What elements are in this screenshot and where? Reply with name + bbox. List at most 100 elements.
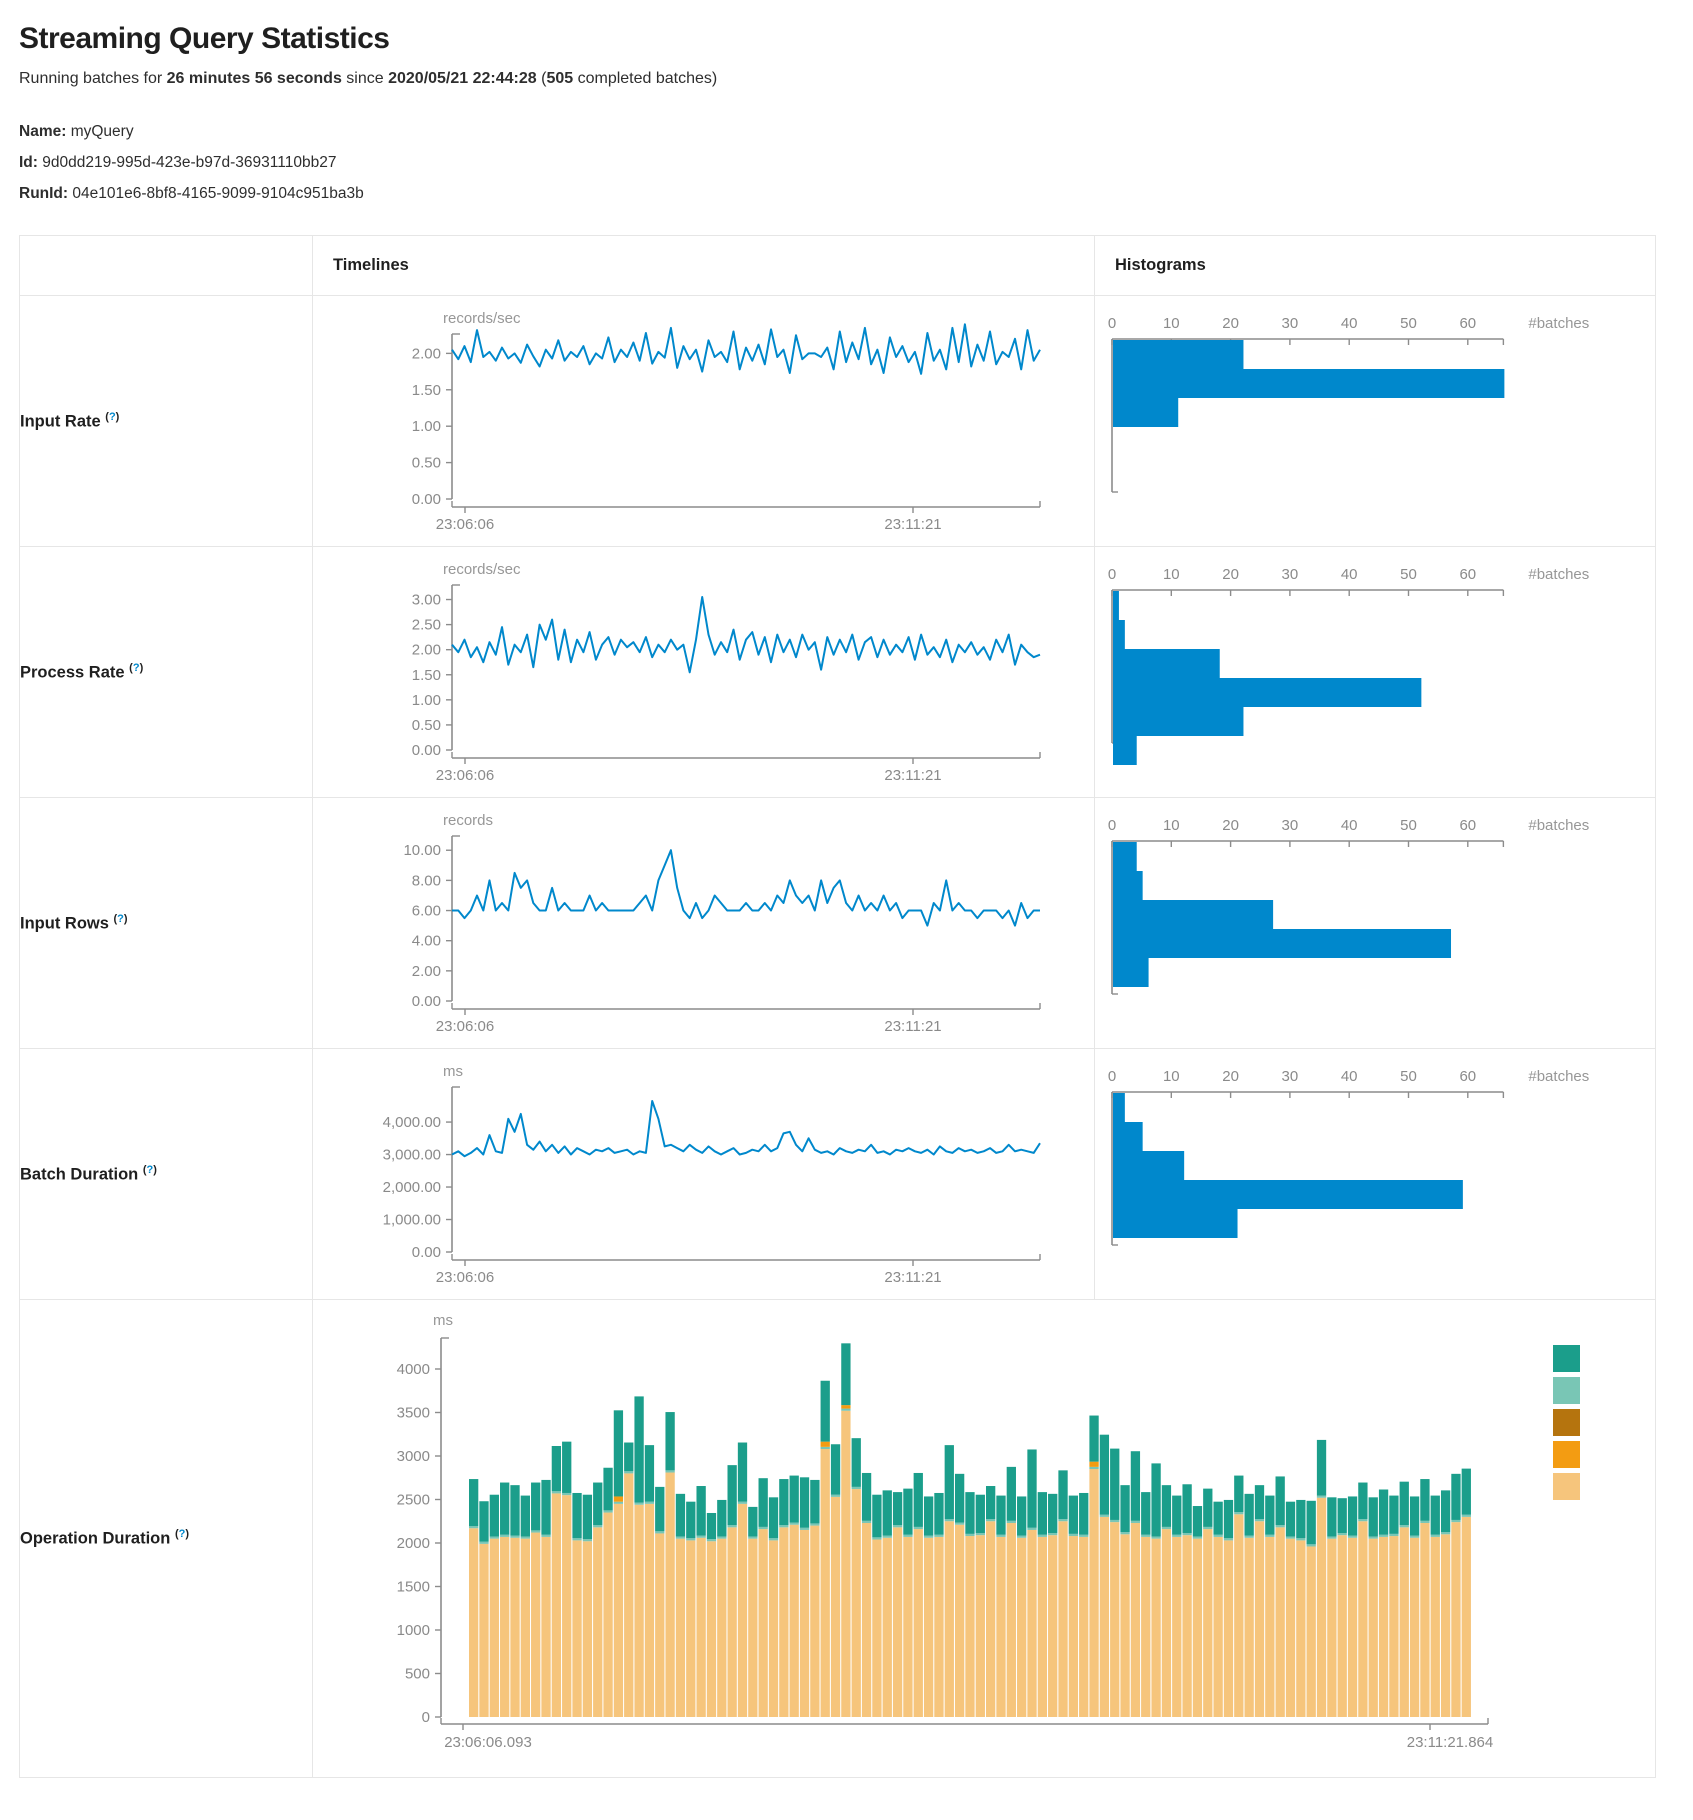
svg-text:2.00: 2.00 bbox=[412, 642, 441, 659]
input-rate-histogram-cell: 0102030405060#batches bbox=[1095, 296, 1656, 547]
svg-text:4.00: 4.00 bbox=[412, 933, 441, 950]
svg-text:#batches: #batches bbox=[1528, 1068, 1589, 1085]
table-header-row: Timelines Histograms bbox=[20, 236, 1656, 296]
svg-text:2500: 2500 bbox=[397, 1492, 430, 1509]
input-rate-histogram-chart: 0102030405060#batches bbox=[1095, 296, 1633, 546]
svg-text:23:06:06: 23:06:06 bbox=[436, 516, 494, 533]
svg-text:60: 60 bbox=[1459, 566, 1476, 583]
query-name-value: myQuery bbox=[71, 123, 134, 140]
svg-text:1500: 1500 bbox=[397, 1579, 430, 1596]
legend-swatch[interactable] bbox=[1553, 1409, 1580, 1436]
svg-text:23:06:06: 23:06:06 bbox=[436, 1269, 494, 1286]
start-timestamp: 2020/05/21 22:44:28 bbox=[388, 70, 537, 87]
svg-text:10: 10 bbox=[1163, 315, 1180, 332]
legend-swatch[interactable] bbox=[1553, 1345, 1580, 1372]
help-icon[interactable]: (?) bbox=[129, 662, 143, 674]
svg-text:2000: 2000 bbox=[397, 1535, 430, 1552]
svg-text:0.50: 0.50 bbox=[412, 717, 441, 734]
svg-text:40: 40 bbox=[1341, 315, 1358, 332]
svg-text:ms: ms bbox=[433, 1312, 453, 1329]
help-icon[interactable]: (?) bbox=[114, 913, 128, 925]
legend-swatch[interactable] bbox=[1553, 1441, 1580, 1468]
svg-text:1.00: 1.00 bbox=[412, 418, 441, 435]
svg-text:1.00: 1.00 bbox=[412, 692, 441, 709]
svg-text:1.50: 1.50 bbox=[412, 667, 441, 684]
svg-text:30: 30 bbox=[1282, 1068, 1299, 1085]
svg-text:records/sec: records/sec bbox=[443, 561, 521, 578]
svg-text:2,000.00: 2,000.00 bbox=[383, 1179, 441, 1196]
svg-text:500: 500 bbox=[405, 1666, 430, 1683]
svg-text:40: 40 bbox=[1341, 817, 1358, 834]
svg-text:0.00: 0.00 bbox=[412, 491, 441, 508]
row-label-operation-duration: Operation Duration (?) bbox=[20, 1300, 313, 1778]
help-icon[interactable]: (?) bbox=[175, 1528, 189, 1540]
svg-text:23:11:21.864: 23:11:21.864 bbox=[1407, 1734, 1493, 1751]
running-duration: 26 minutes 56 seconds bbox=[167, 70, 342, 87]
svg-text:3,000.00: 3,000.00 bbox=[383, 1147, 441, 1164]
operation-duration-chart-cell: ms4000350030002500200015001000500023:06:… bbox=[313, 1300, 1656, 1778]
svg-text:23:11:21: 23:11:21 bbox=[884, 767, 941, 784]
svg-text:4,000.00: 4,000.00 bbox=[383, 1114, 441, 1131]
input-rows-timeline-cell: records10.008.006.004.002.000.0023:06:06… bbox=[313, 798, 1095, 1049]
timelines-column-header: Timelines bbox=[313, 236, 1095, 296]
svg-text:1,000.00: 1,000.00 bbox=[383, 1212, 441, 1229]
batch-duration-histogram-chart: 0102030405060#batches bbox=[1095, 1049, 1633, 1299]
svg-text:20: 20 bbox=[1222, 566, 1239, 583]
table-row-input-rate: Input Rate (?) records/sec2.001.501.000.… bbox=[20, 296, 1656, 547]
svg-text:50: 50 bbox=[1400, 817, 1417, 834]
svg-text:0: 0 bbox=[1108, 1068, 1116, 1085]
svg-text:2.00: 2.00 bbox=[412, 963, 441, 980]
page-title: Streaming Query Statistics bbox=[19, 22, 1693, 56]
svg-text:0: 0 bbox=[1108, 817, 1116, 834]
input-rows-timeline-chart: records10.008.006.004.002.000.0023:06:06… bbox=[313, 798, 1072, 1048]
svg-text:0.00: 0.00 bbox=[412, 742, 441, 759]
svg-text:10: 10 bbox=[1163, 566, 1180, 583]
svg-text:0: 0 bbox=[1108, 566, 1116, 583]
svg-text:0.50: 0.50 bbox=[412, 455, 441, 472]
query-id-value: 9d0dd219-995d-423e-b97d-36931110bb27 bbox=[42, 154, 336, 171]
svg-text:8.00: 8.00 bbox=[412, 872, 441, 889]
svg-text:20: 20 bbox=[1222, 315, 1239, 332]
svg-text:40: 40 bbox=[1341, 1068, 1358, 1085]
batch-duration-timeline-cell: ms4,000.003,000.002,000.001,000.000.0023… bbox=[313, 1049, 1095, 1300]
svg-text:23:06:06: 23:06:06 bbox=[436, 1018, 494, 1035]
svg-text:#batches: #batches bbox=[1528, 817, 1589, 834]
svg-text:2.00: 2.00 bbox=[412, 345, 441, 362]
help-icon[interactable]: (?) bbox=[105, 411, 119, 423]
batch-duration-timeline-chart: ms4,000.003,000.002,000.001,000.000.0023… bbox=[313, 1049, 1072, 1299]
batch-duration-histogram-cell: 0102030405060#batches bbox=[1095, 1049, 1656, 1300]
svg-text:0.00: 0.00 bbox=[412, 993, 441, 1010]
statistics-table: Timelines Histograms Input Rate (?) reco… bbox=[19, 235, 1656, 1778]
svg-text:ms: ms bbox=[443, 1063, 463, 1080]
legend-swatch[interactable] bbox=[1553, 1377, 1580, 1404]
legend-swatch[interactable] bbox=[1553, 1473, 1580, 1500]
svg-text:#batches: #batches bbox=[1528, 315, 1589, 332]
empty-header-cell bbox=[20, 236, 313, 296]
svg-text:2.50: 2.50 bbox=[412, 617, 441, 634]
svg-text:50: 50 bbox=[1400, 315, 1417, 332]
process-rate-histogram-cell: 0102030405060#batches bbox=[1095, 547, 1656, 798]
svg-text:50: 50 bbox=[1400, 1068, 1417, 1085]
table-row-process-rate: Process Rate (?) records/sec3.002.502.00… bbox=[20, 547, 1656, 798]
process-rate-timeline-chart: records/sec3.00 2.50 2.00 1.50 1.00 0.50 0.00 2… bbox=[313, 547, 1072, 797]
svg-text:50: 50 bbox=[1400, 566, 1417, 583]
row-label-input-rate: Input Rate (?) bbox=[20, 296, 313, 547]
svg-text:30: 30 bbox=[1282, 315, 1299, 332]
input-rows-histogram-chart: 0102030405060#batches bbox=[1095, 798, 1633, 1048]
svg-text:3.00: 3.00 bbox=[412, 592, 441, 609]
table-row-batch-duration: Batch Duration (?) ms 4,000.00 3,000.00 2,0… bbox=[20, 1049, 1656, 1300]
row-label-batch-duration: Batch Duration (?) bbox=[20, 1049, 313, 1300]
svg-text:0: 0 bbox=[422, 1709, 430, 1726]
svg-text:60: 60 bbox=[1459, 817, 1476, 834]
row-label-input-rows: Input Rows (?) bbox=[20, 798, 313, 1049]
svg-text:3000: 3000 bbox=[397, 1448, 430, 1465]
svg-text:10.00: 10.00 bbox=[403, 842, 441, 859]
svg-text:20: 20 bbox=[1222, 817, 1239, 834]
histograms-column-header: Histograms bbox=[1095, 236, 1656, 296]
query-runid-line: RunId: 04e101e6-8bf8-4165-9099-9104c951b… bbox=[19, 178, 1693, 209]
help-icon[interactable]: (?) bbox=[143, 1164, 157, 1176]
svg-text:#batches: #batches bbox=[1528, 566, 1589, 583]
operation-duration-stacked-chart: ms4000350030002500200015001000500023:06:… bbox=[313, 1300, 1614, 1777]
svg-text:4000: 4000 bbox=[397, 1361, 430, 1378]
completed-batches-count: 505 bbox=[546, 70, 573, 87]
